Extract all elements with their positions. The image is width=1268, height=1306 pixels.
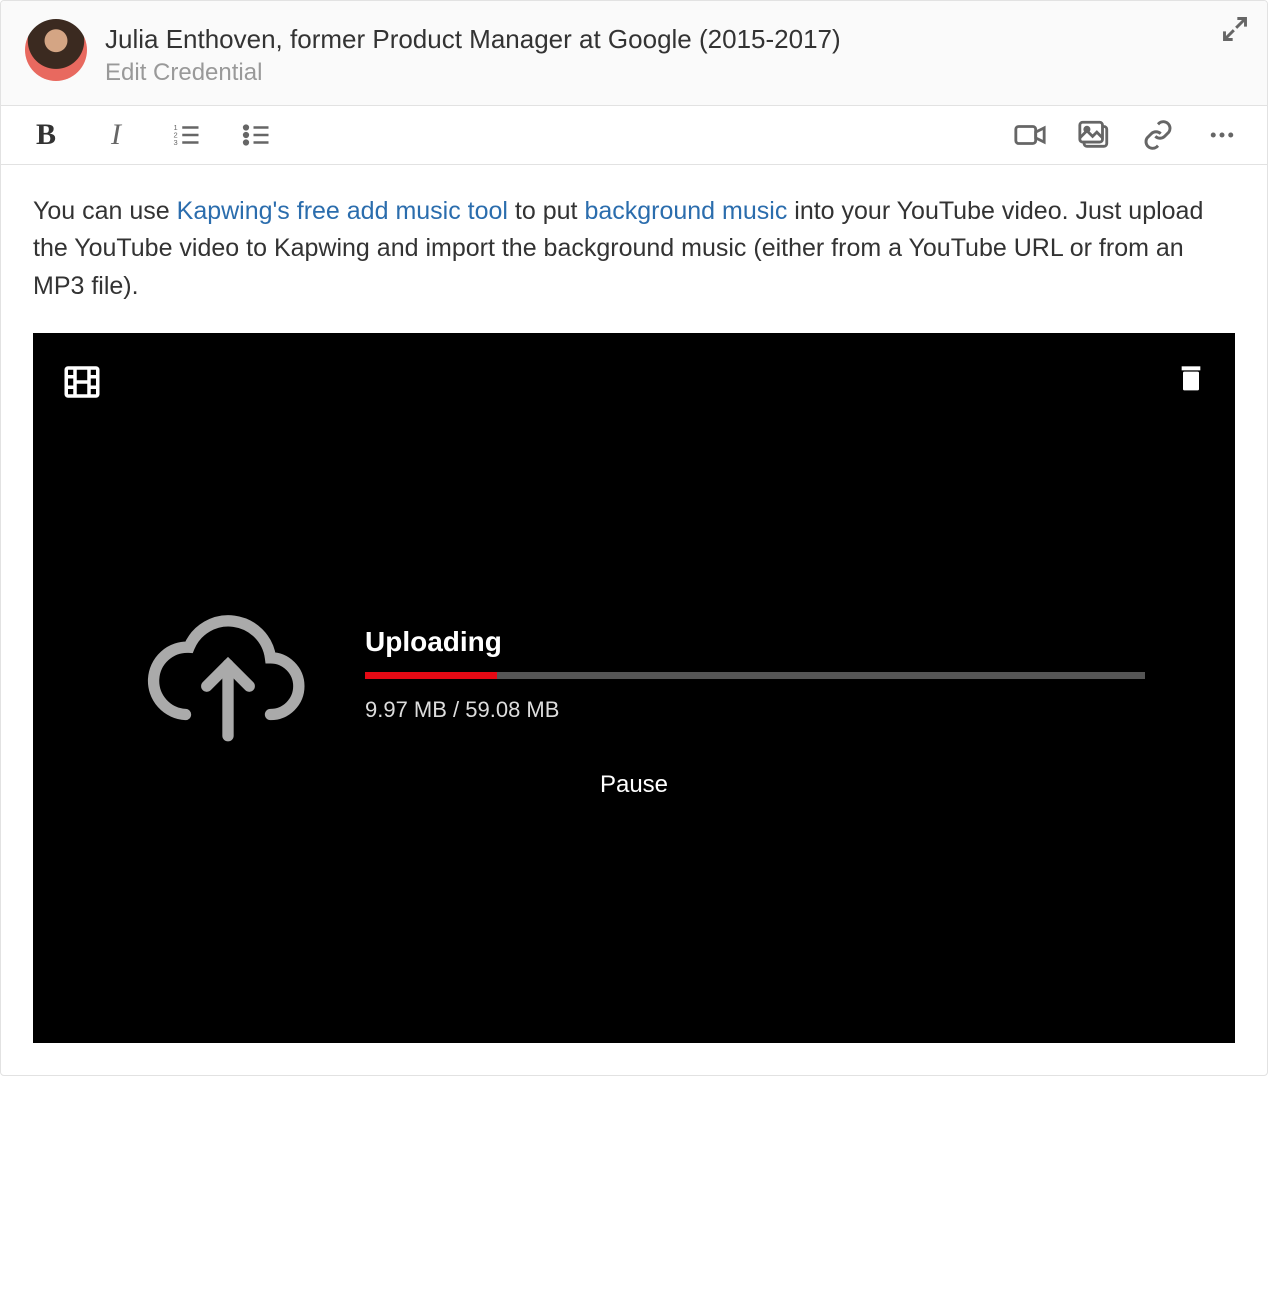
pause-button[interactable]: Pause: [33, 771, 1235, 799]
editor-header: Julia Enthoven, former Product Manager a…: [1, 1, 1267, 105]
kapwing-tool-link[interactable]: Kapwing's free add music tool: [177, 197, 508, 225]
editor-content[interactable]: You can use Kapwing's free add music too…: [1, 165, 1267, 1076]
image-button[interactable]: [1077, 118, 1111, 152]
author-credential: Julia Enthoven, former Product Manager a…: [105, 23, 841, 57]
expand-icon[interactable]: [1221, 15, 1249, 43]
trash-icon[interactable]: [1175, 361, 1207, 398]
more-button[interactable]: [1205, 118, 1239, 152]
film-icon[interactable]: [61, 361, 103, 408]
answer-body-text[interactable]: You can use Kapwing's free add music too…: [33, 193, 1235, 306]
text-segment: to put: [508, 197, 584, 225]
svg-text:3: 3: [174, 138, 178, 147]
upload-panel: Uploading 9.97 MB / 59.08 MB Pause: [33, 333, 1235, 1043]
author-avatar[interactable]: [25, 19, 87, 81]
bold-button[interactable]: B: [29, 118, 63, 152]
ordered-list-button[interactable]: 1 2 3: [169, 118, 203, 152]
upload-progress-bar: [365, 672, 1145, 679]
video-button[interactable]: [1013, 118, 1047, 152]
upload-stats: 9.97 MB / 59.08 MB: [365, 697, 1145, 723]
upload-title: Uploading: [365, 626, 1145, 658]
upload-center: Uploading 9.97 MB / 59.08 MB: [143, 587, 1145, 762]
italic-button[interactable]: I: [99, 118, 133, 152]
cloud-upload-icon: [143, 587, 313, 762]
toolbar-right: [1013, 118, 1239, 152]
text-segment: You can use: [33, 197, 177, 225]
background-music-link[interactable]: background music: [584, 197, 787, 225]
upload-info: Uploading 9.97 MB / 59.08 MB: [365, 626, 1145, 723]
header-text: Julia Enthoven, former Product Manager a…: [105, 19, 841, 87]
unordered-list-button[interactable]: [239, 118, 273, 152]
toolbar-left: B I 1 2 3: [29, 118, 273, 152]
answer-editor-card: Julia Enthoven, former Product Manager a…: [0, 0, 1268, 1076]
link-button[interactable]: [1141, 118, 1175, 152]
edit-credential-link[interactable]: Edit Credential: [105, 59, 841, 87]
editor-toolbar: B I 1 2 3: [1, 105, 1267, 165]
upload-progress-fill: [365, 672, 497, 679]
